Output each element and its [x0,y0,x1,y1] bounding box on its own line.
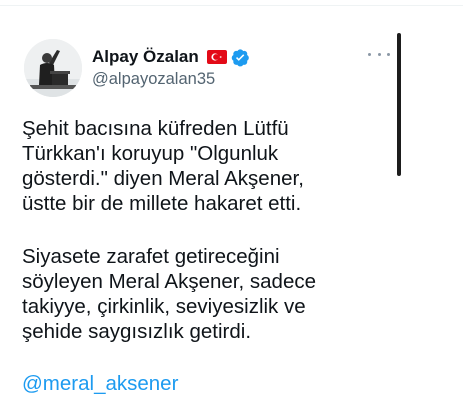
tweet-line: Türkkan'ı koruyup "Olgunluk [22,142,279,165]
tweet-line: takiyye, çirkinlik, seviyesizlik ve [22,295,306,318]
more-options-icon[interactable] [368,48,390,60]
turkish-flag-icon [206,50,227,64]
tweet-line: şehide saygısızlık getirdi. [22,320,252,343]
author-handle[interactable]: @alpayozalan35 [92,70,215,89]
avatar[interactable] [24,39,82,97]
more-dot [387,52,390,56]
tweet-paragraph-2: Siyasete zarafet getireceğini söyleyen M… [22,244,402,344]
author-name-row: Alpay Özalan [92,46,250,68]
author-name[interactable]: Alpay Özalan [92,47,199,67]
tweet-line: gösterdi." diyen Meral Akşener, [22,167,304,190]
tweet-line: üstte bir de millete hakaret etti. [22,192,302,215]
tweet-paragraph-1: Şehit bacısına küfreden Lütfü Türkkan'ı … [22,116,402,216]
more-dot [377,52,381,56]
tweet-line: Siyasete zarafet getireceğini [22,245,280,268]
verified-badge-icon [231,48,250,67]
tweet-line: Şehit bacısına küfreden Lütfü [22,117,289,140]
avatar-photo [24,39,82,97]
more-dot [368,52,371,56]
tweet-line: söyleyen Meral Akşener, sadece [22,270,316,293]
mention-link[interactable]: @meral_aksener [22,371,178,396]
tweet-card: Alpay Özalan @alpayozalan35 Şehit bacısı… [0,6,463,404]
